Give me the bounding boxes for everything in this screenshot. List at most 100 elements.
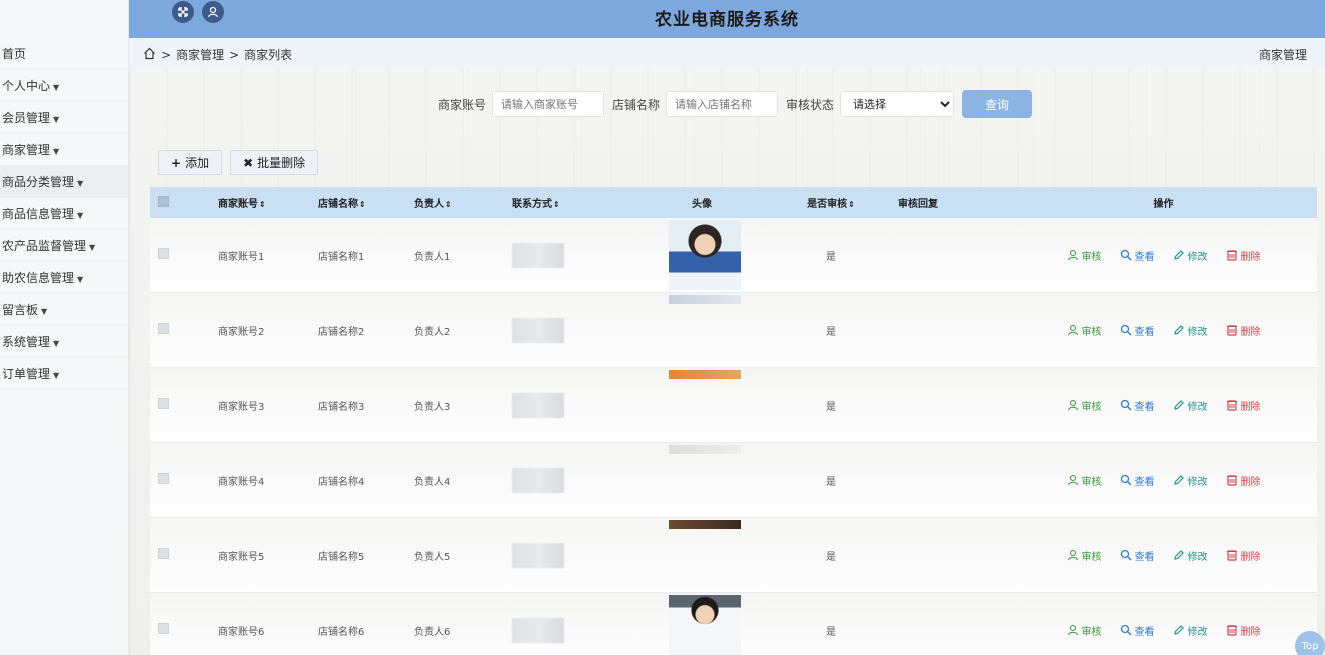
delete-button[interactable]: 删除 [1226, 623, 1261, 638]
avatar[interactable] [669, 295, 741, 365]
delete-button[interactable]: 删除 [1226, 548, 1261, 563]
sidebar-item[interactable]: 商家管理 ▼ [0, 134, 128, 166]
sidebar-item[interactable]: 商品信息管理 ▼ [0, 198, 128, 230]
view-button[interactable]: 查看 [1120, 248, 1155, 263]
delete-label: 删除 [1240, 551, 1261, 563]
edit-button[interactable]: 修改 [1173, 323, 1208, 338]
row-checkbox[interactable] [158, 623, 169, 634]
sort-icon: ⇕ [553, 200, 560, 209]
add-button[interactable]: + 添加 [158, 150, 223, 175]
sidebar-item[interactable]: 会员管理 ▼ [0, 102, 128, 134]
audit-button[interactable]: 审核 [1067, 398, 1102, 413]
view-button[interactable]: 查看 [1120, 398, 1155, 413]
header-owner[interactable]: 负责人⇕ [414, 195, 512, 210]
audit-button[interactable]: 审核 [1067, 473, 1102, 488]
query-button[interactable]: 查询 [962, 90, 1033, 118]
sidebar-item-label: 首页 [2, 47, 27, 61]
sidebar-item-label: 留言板 [2, 303, 39, 317]
shop-search-input[interactable] [666, 91, 779, 117]
row-checkbox[interactable] [158, 473, 169, 484]
delete-button[interactable]: 删除 [1226, 248, 1261, 263]
delete-label: 删除 [1240, 326, 1261, 338]
account-search-input[interactable] [492, 91, 605, 117]
avatar[interactable] [669, 595, 741, 655]
edit-button[interactable]: 修改 [1173, 248, 1208, 263]
avatar[interactable] [669, 220, 741, 290]
phone-redacted [512, 467, 564, 493]
header-phone[interactable]: 联系方式⇕ [512, 195, 632, 210]
view-button[interactable]: 查看 [1120, 473, 1155, 488]
toolbar: + 添加 ✖ 批量删除 [158, 150, 319, 175]
view-button[interactable]: 查看 [1120, 623, 1155, 638]
header-audited[interactable]: 是否审核⇕ [782, 195, 880, 210]
view-label: 查看 [1134, 626, 1155, 638]
delete-button[interactable]: 删除 [1226, 473, 1261, 488]
sidebar-item-label: 会员管理 [2, 111, 51, 125]
table-row[interactable]: 商家账号2 店铺名称2 负责人2 是 审核 查看 修改 删除 [150, 293, 1317, 368]
avatar[interactable] [669, 445, 741, 515]
table-row[interactable]: 商家账号6 店铺名称6 负责人6 是 审核 查看 修改 删除 [150, 593, 1317, 655]
batch-delete-button[interactable]: ✖ 批量删除 [230, 150, 319, 175]
sidebar-item[interactable]: 农产品监督管理 ▼ [0, 230, 128, 262]
sort-icon: ⇕ [359, 200, 366, 209]
system-title: 农业电商服务系统 [655, 10, 799, 30]
view-button[interactable]: 查看 [1120, 323, 1155, 338]
header-account[interactable]: 商家账号⇕ [218, 195, 318, 210]
edit-label: 修改 [1187, 476, 1208, 488]
edit-button[interactable]: 修改 [1173, 623, 1208, 638]
row-checkbox[interactable] [158, 248, 169, 259]
current-module-label: 商家管理 [1258, 48, 1307, 62]
sidebar-item[interactable]: 系统管理 ▼ [0, 326, 128, 358]
cell-audited: 是 [826, 401, 836, 413]
view-button[interactable]: 查看 [1120, 548, 1155, 563]
avatar[interactable] [669, 520, 741, 590]
edit-button[interactable]: 修改 [1173, 473, 1208, 488]
audit-button[interactable]: 审核 [1067, 323, 1102, 338]
audit-button[interactable]: 审核 [1067, 548, 1102, 563]
trash-icon [1226, 399, 1238, 411]
delete-button[interactable]: 删除 [1226, 398, 1261, 413]
audit-button[interactable]: 审核 [1067, 623, 1102, 638]
header-ops: 操作 [1153, 199, 1174, 210]
user-icon [1067, 324, 1079, 336]
user-icon [1067, 624, 1079, 636]
row-checkbox[interactable] [158, 548, 169, 559]
row-checkbox[interactable] [158, 398, 169, 409]
caret-down-icon: ▼ [53, 371, 60, 380]
header-reply: 审核回复 [898, 199, 938, 210]
audit-status-select[interactable]: 请选择 [840, 91, 955, 117]
table-row[interactable]: 商家账号5 店铺名称5 负责人5 是 审核 查看 修改 删除 [150, 518, 1317, 593]
breadcrumb-item-merchant-manage[interactable]: 商家管理 [176, 46, 224, 63]
table-row[interactable]: 商家账号1 店铺名称1 负责人1 是 审核 查看 修改 删除 [150, 218, 1317, 293]
row-checkbox[interactable] [158, 323, 169, 334]
sidebar-item[interactable]: 首页 [0, 38, 128, 70]
select-all-checkbox[interactable] [158, 195, 169, 207]
sidebar-item[interactable]: 订单管理 ▼ [0, 358, 128, 390]
user-icon [1067, 399, 1079, 411]
pencil-icon [1173, 249, 1185, 261]
sidebar-item[interactable]: 商品分类管理 ▼ [0, 166, 128, 198]
audit-button[interactable]: 审核 [1067, 248, 1102, 263]
sidebar-item[interactable]: 个人中心 ▼ [0, 70, 128, 102]
avatar[interactable] [669, 370, 741, 440]
sidebar-item[interactable]: 留言板 ▼ [0, 294, 128, 326]
header-shop[interactable]: 店铺名称⇕ [318, 195, 414, 210]
delete-button[interactable]: 删除 [1226, 323, 1261, 338]
edit-button[interactable]: 修改 [1173, 548, 1208, 563]
row-actions: 审核 查看 修改 删除 [1010, 473, 1317, 488]
sidebar-item-label: 商品信息管理 [2, 207, 75, 221]
view-label: 查看 [1134, 401, 1155, 413]
search-icon [1120, 399, 1132, 411]
view-label: 查看 [1134, 476, 1155, 488]
sidebar-item[interactable]: 助农信息管理 ▼ [0, 262, 128, 294]
home-icon[interactable] [143, 47, 156, 63]
trash-icon [1226, 624, 1238, 636]
cell-owner: 负责人6 [414, 626, 451, 638]
edit-button[interactable]: 修改 [1173, 398, 1208, 413]
cell-owner: 负责人3 [414, 401, 451, 413]
table-row[interactable]: 商家账号3 店铺名称3 负责人3 是 审核 查看 修改 删除 [150, 368, 1317, 443]
plus-icon: + [171, 155, 182, 170]
phone-redacted [512, 242, 564, 268]
back-to-top-button[interactable]: Top [1295, 631, 1325, 655]
table-row[interactable]: 商家账号4 店铺名称4 负责人4 是 审核 查看 修改 删除 [150, 443, 1317, 518]
